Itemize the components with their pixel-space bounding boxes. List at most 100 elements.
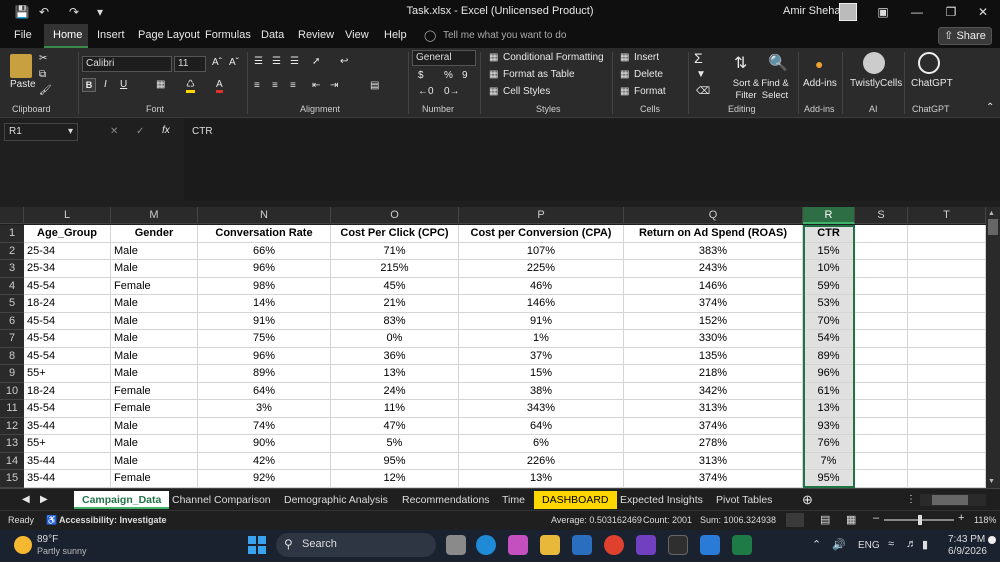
table-cell[interactable]: 90% <box>198 435 331 453</box>
table-cell[interactable]: 25-34 <box>24 242 111 260</box>
table-cell[interactable]: 374% <box>624 295 803 313</box>
increase-font-icon[interactable]: Aˆ <box>212 57 222 68</box>
align-middle-icon[interactable]: ☰ <box>272 56 281 67</box>
menu-home[interactable]: Home <box>44 24 88 48</box>
chatgpt-button[interactable]: ChatGPT <box>911 78 953 89</box>
table-cell[interactable]: 93% <box>803 417 855 435</box>
table-cell[interactable]: 24% <box>331 382 459 400</box>
table-cell[interactable]: 374% <box>624 417 803 435</box>
table-cell[interactable]: 11% <box>331 400 459 418</box>
column-header-o[interactable]: O <box>331 207 459 224</box>
paste-icon[interactable] <box>10 54 32 78</box>
number-format-select[interactable]: General <box>412 50 476 66</box>
column-header-n[interactable]: N <box>198 207 331 224</box>
align-bottom-icon[interactable]: ☰ <box>290 56 299 67</box>
empty-cell[interactable] <box>855 330 908 348</box>
insert-function-icon[interactable]: fx <box>162 125 170 136</box>
font-name-select[interactable]: Calibri <box>82 56 172 72</box>
edge-icon[interactable] <box>476 535 496 555</box>
table-cell[interactable]: Male <box>111 242 198 260</box>
table-cell[interactable]: Male <box>111 260 198 278</box>
fill-icon[interactable]: ▼ <box>696 69 706 80</box>
file-explorer-icon[interactable] <box>540 535 560 555</box>
row-header[interactable]: 1 <box>0 225 24 243</box>
table-cell[interactable]: 70% <box>803 312 855 330</box>
column-header-m[interactable]: M <box>111 207 198 224</box>
vertical-scrollbar[interactable]: ▲ ▼ <box>986 207 1000 488</box>
app-icon[interactable] <box>636 535 656 555</box>
table-cell[interactable]: 15% <box>459 365 624 383</box>
table-cell[interactable]: 45% <box>331 277 459 295</box>
table-cell[interactable]: 66% <box>198 242 331 260</box>
align-left-icon[interactable]: ≡ <box>254 80 260 91</box>
table-cell[interactable]: 91% <box>198 312 331 330</box>
store-icon[interactable] <box>572 535 592 555</box>
table-cell[interactable]: Male <box>111 417 198 435</box>
table-cell[interactable]: Male <box>111 312 198 330</box>
close-icon[interactable]: ✕ <box>968 3 998 21</box>
table-cell[interactable]: 13% <box>803 400 855 418</box>
empty-cell[interactable] <box>855 382 908 400</box>
table-cell[interactable]: 18-24 <box>24 295 111 313</box>
table-cell[interactable]: 107% <box>459 242 624 260</box>
twistlycells-button[interactable]: TwistlyCells <box>850 78 902 89</box>
table-cell[interactable]: 243% <box>624 260 803 278</box>
table-cell[interactable]: 96% <box>198 260 331 278</box>
cell-styles-button[interactable]: Cell Styles <box>503 86 550 97</box>
share-button[interactable]: ⇧ Share <box>938 27 992 45</box>
empty-cell[interactable] <box>855 365 908 383</box>
table-cell[interactable]: 71% <box>331 242 459 260</box>
table-cell[interactable]: 313% <box>624 400 803 418</box>
table-cell[interactable]: Male <box>111 435 198 453</box>
row-header[interactable]: 7 <box>0 330 24 348</box>
volume-icon[interactable]: 🔊 <box>832 538 846 551</box>
table-cell[interactable]: 42% <box>198 452 331 470</box>
table-cell[interactable]: 36% <box>331 347 459 365</box>
table-cell[interactable]: 89% <box>803 347 855 365</box>
sheet-tab-dashboard[interactable]: DASHBOARD <box>534 491 617 509</box>
ribbon-display-icon[interactable]: ▣ <box>868 3 898 21</box>
table-cell[interactable]: 7% <box>803 452 855 470</box>
find-select-button[interactable]: Find & Select <box>758 78 792 102</box>
empty-cell[interactable] <box>855 435 908 453</box>
italic-button[interactable]: I <box>104 79 107 90</box>
chrome-icon[interactable] <box>604 535 624 555</box>
minimize-icon[interactable]: — <box>902 3 932 21</box>
table-cell[interactable]: Female <box>111 382 198 400</box>
prev-sheet-icon[interactable]: ◀ <box>22 494 30 505</box>
row-header[interactable]: 14 <box>0 452 24 470</box>
fill-color-icon[interactable]: ♺ <box>186 79 195 93</box>
table-cell[interactable]: 15% <box>803 242 855 260</box>
table-cell[interactable]: 61% <box>803 382 855 400</box>
empty-cell[interactable] <box>908 312 986 330</box>
zoom-level[interactable]: 118% <box>974 515 996 525</box>
sheet-tab-channel-comparison[interactable]: Channel Comparison <box>164 491 279 509</box>
table-cell[interactable]: 45-54 <box>24 347 111 365</box>
empty-cell[interactable] <box>908 347 986 365</box>
empty-cell[interactable] <box>908 330 986 348</box>
table-cell[interactable]: 135% <box>624 347 803 365</box>
table-cell[interactable]: 6% <box>459 435 624 453</box>
table-cell[interactable]: 64% <box>459 417 624 435</box>
table-cell[interactable]: 47% <box>331 417 459 435</box>
sheet-tab-time[interactable]: Time <box>494 491 533 509</box>
table-cell[interactable]: 5% <box>331 435 459 453</box>
table-cell[interactable]: 374% <box>624 470 803 488</box>
bold-button[interactable]: B <box>82 78 96 92</box>
terminal-icon[interactable] <box>668 535 688 555</box>
header-cell[interactable]: Age_Group <box>24 225 111 243</box>
table-cell[interactable]: 330% <box>624 330 803 348</box>
excel-icon[interactable] <box>732 535 752 555</box>
menu-insert[interactable]: Insert <box>97 29 125 41</box>
empty-cell[interactable] <box>855 260 908 278</box>
column-header-p[interactable]: P <box>459 207 624 224</box>
table-cell[interactable]: 342% <box>624 382 803 400</box>
wrap-text-icon[interactable]: ↩ <box>340 56 348 67</box>
page-layout-view-icon[interactable]: ▤ <box>820 513 830 526</box>
format-cells-button[interactable]: Format <box>634 86 666 97</box>
avatar[interactable] <box>839 3 857 21</box>
empty-cell[interactable] <box>855 242 908 260</box>
column-header-r[interactable]: R <box>803 207 855 224</box>
table-cell[interactable]: Male <box>111 330 198 348</box>
addins-button[interactable]: Add-ins <box>803 78 837 89</box>
